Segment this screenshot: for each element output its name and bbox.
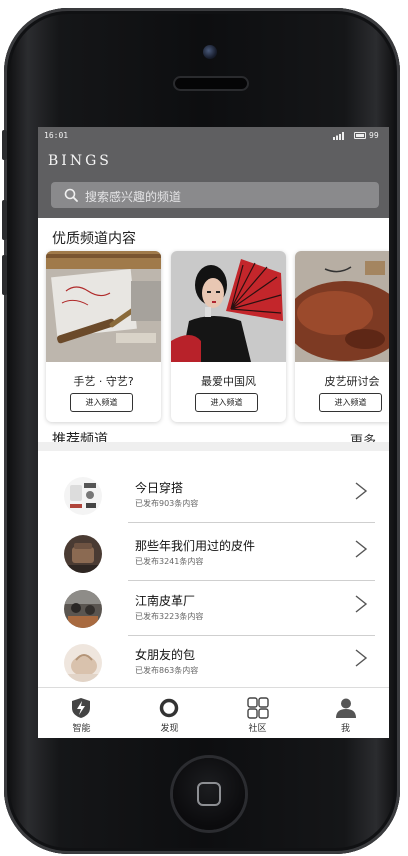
shield-bolt-icon	[72, 698, 90, 718]
channel-count: 已发布903条内容	[135, 499, 199, 508]
volume-up-button	[2, 200, 7, 240]
featured-section-title: 优质频道内容	[52, 231, 136, 247]
tab-smart[interactable]: 智能	[38, 688, 125, 738]
tab-community[interactable]: 社区	[214, 688, 301, 738]
card-name: 皮艺研讨会	[324, 375, 380, 388]
card-image-craft-tools	[46, 251, 161, 362]
person-icon	[336, 698, 356, 718]
chevron-right-icon	[355, 482, 368, 500]
tab-discover[interactable]: 发现	[126, 688, 213, 738]
tab-label: 发现	[160, 724, 179, 734]
channel-count: 已发布3223条内容	[135, 612, 204, 621]
grid-icon	[247, 697, 269, 719]
chevron-right-icon	[355, 540, 368, 558]
list-item[interactable]: 江南皮革厂 已发布3223条内容	[38, 586, 389, 642]
chevron-right-icon	[355, 649, 368, 667]
battery-icon	[354, 132, 366, 139]
tab-label: 我	[340, 724, 350, 734]
avatar	[64, 477, 102, 515]
section-divider	[38, 442, 389, 451]
list-item[interactable]: 那些年我们用过的皮件 已发布3241条内容	[38, 531, 389, 587]
card-image-leather-workshop	[295, 251, 389, 362]
channel-title: 今日穿搭	[135, 481, 184, 495]
battery-level: 99	[369, 131, 379, 140]
channel-title: 江南皮革厂	[135, 594, 196, 608]
row-divider	[128, 635, 375, 636]
enter-channel-button[interactable]: 进入频道	[319, 393, 382, 412]
front-camera	[203, 45, 217, 59]
featured-card[interactable]: 手艺 · 守艺? 进入频道	[46, 251, 161, 422]
channel-title: 女朋友的包	[135, 648, 196, 662]
tab-label: 智能	[72, 724, 91, 734]
brand-logo: BINGS	[48, 153, 112, 169]
search-bar[interactable]: 搜索感兴趣的频道	[51, 182, 379, 208]
card-image-fan-portrait	[171, 251, 286, 362]
tab-me[interactable]: 我	[302, 688, 389, 738]
featured-card[interactable]: 最爱中国风 进入频道	[171, 251, 286, 422]
signal-icon	[333, 132, 344, 140]
earpiece-speaker	[175, 78, 247, 89]
bottom-tab-bar: 智能 发现 社区 我	[38, 687, 389, 738]
app-screen: 16:01 99 BINGS 搜索感兴趣的频道 优质频道内容 手艺 · 守艺? …	[38, 127, 389, 738]
enter-channel-button[interactable]: 进入频道	[70, 393, 133, 412]
status-time: 16:01	[44, 131, 69, 140]
row-divider	[128, 522, 375, 523]
featured-card[interactable]: 皮艺研讨会 进入频道	[295, 251, 389, 422]
channel-count: 已发布3241条内容	[135, 557, 204, 566]
card-name: 手艺 · 守艺?	[73, 375, 134, 388]
avatar	[64, 535, 102, 573]
app-header: BINGS 搜索感兴趣的频道	[38, 145, 389, 218]
channel-title: 那些年我们用过的皮件	[135, 539, 256, 553]
enter-channel-button[interactable]: 进入频道	[195, 393, 258, 412]
search-icon	[64, 188, 78, 202]
chevron-right-icon	[355, 595, 368, 613]
volume-down-button	[2, 255, 7, 295]
search-placeholder: 搜索感兴趣的频道	[85, 190, 182, 204]
tab-label: 社区	[248, 724, 267, 734]
avatar	[64, 644, 102, 682]
row-divider	[128, 580, 375, 581]
avatar	[64, 590, 102, 628]
ring-icon	[159, 698, 179, 718]
mute-switch	[2, 130, 7, 160]
home-button-square-icon	[197, 782, 221, 806]
status-bar: 16:01 99	[38, 127, 389, 145]
channel-count: 已发布863条内容	[135, 666, 199, 675]
card-name: 最爱中国风	[201, 375, 256, 388]
list-item[interactable]: 今日穿搭 已发布903条内容	[38, 473, 389, 529]
